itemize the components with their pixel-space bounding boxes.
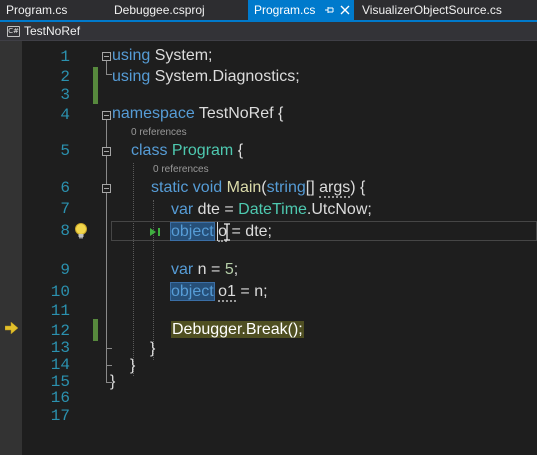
code-line-11: object o1 = n; <box>170 282 268 302</box>
method-name-token: Main <box>226 179 262 196</box>
line-number: 8 <box>60 222 70 240</box>
line-number: 3 <box>60 86 70 104</box>
collapse-toggle[interactable] <box>102 184 111 193</box>
tab-visualizerobjectsource-cs[interactable]: VisualizerObjectSource.cs <box>356 0 537 20</box>
code-text: = dte; <box>227 223 272 240</box>
codelens-references[interactable]: 0 references <box>153 164 209 175</box>
line-number: 6 <box>60 179 70 197</box>
keyword-token: var <box>171 261 194 278</box>
type-token: Debugger <box>172 321 242 338</box>
code-line-15: } <box>130 356 135 376</box>
navigation-bar: C# TestNoRef <box>0 22 537 41</box>
project-dropdown[interactable]: TestNoRef <box>24 22 80 41</box>
code-line-4: namespace TestNoRef { <box>112 104 283 124</box>
indent-guide <box>133 163 134 376</box>
arrow-icon[interactable] <box>5 322 18 334</box>
tab-program-cs-active[interactable]: Program.cs <box>248 0 354 20</box>
keyword-token: var <box>171 201 194 218</box>
code-text: [] <box>305 179 320 196</box>
code-text: ; <box>233 261 239 278</box>
close-icon[interactable] <box>339 0 351 20</box>
ibeam-icon <box>224 223 230 241</box>
number-token: 5 <box>224 261 234 278</box>
document-tab-strip: Program.cs Debuggee.csproj Program.cs Vi… <box>0 0 537 22</box>
code-line-16: } <box>110 372 115 392</box>
change-bar <box>93 67 98 104</box>
line-number: 5 <box>60 142 70 160</box>
closing-brace: } <box>130 357 136 374</box>
line-number: 10 <box>50 283 70 301</box>
fold-line <box>106 193 107 348</box>
code-line-1: using System; <box>112 46 212 66</box>
run-to-click-icon[interactable] <box>149 227 161 237</box>
keyword-token: using <box>112 47 151 64</box>
line-number: 11 <box>50 302 70 320</box>
line-number: 14 <box>50 356 70 374</box>
tab-label: Program.cs <box>254 3 316 17</box>
keyword-token: namespace <box>112 105 195 122</box>
parameter-token: args <box>319 179 351 198</box>
code-text: (); <box>287 321 303 338</box>
type-token: DateTime <box>238 201 307 218</box>
keyword-token: void <box>192 179 223 196</box>
csharp-file-icon: C# <box>7 26 20 37</box>
line-number: 17 <box>50 407 70 425</box>
tab-debuggee-csproj[interactable]: Debuggee.csproj <box>108 0 218 20</box>
fold-line-end <box>106 365 112 366</box>
method-name-token: Break <box>245 321 288 338</box>
code-text: dte = <box>193 201 239 218</box>
line-number: 9 <box>60 261 70 279</box>
collapse-toggle[interactable] <box>102 52 111 61</box>
codelens-references[interactable]: 0 references <box>131 127 187 138</box>
text-caret <box>217 222 218 241</box>
closing-brace: } <box>150 340 156 357</box>
indicator-margin[interactable] <box>0 41 22 455</box>
class-name-token: Program <box>171 142 234 159</box>
line-number: 7 <box>60 200 70 218</box>
keyword-token: static <box>151 179 189 196</box>
code-line-5: class Program { <box>131 141 243 161</box>
code-line-10: var n = 5; <box>171 260 238 280</box>
code-editor[interactable]: 1 2 3 4 5 6 7 8 9 10 11 12 13 14 15 16 1… <box>22 41 537 455</box>
collapse-toggle[interactable] <box>102 147 111 156</box>
pin-icon[interactable] <box>323 0 335 20</box>
line-number: 2 <box>60 68 70 86</box>
highlighted-reference-token: object <box>170 282 215 301</box>
code-line-7: var dte = DateTime.UtcNow; <box>171 200 372 220</box>
current-statement-highlight: Debugger.Break(); <box>171 321 304 338</box>
code-text: { <box>233 142 244 159</box>
code-line-6: static void Main(string[] args) { <box>151 178 365 198</box>
keyword-token: using <box>112 68 151 85</box>
collapse-toggle[interactable] <box>102 111 111 120</box>
code-text: ) { <box>350 179 366 196</box>
code-line-13: Debugger.Break(); <box>171 320 304 340</box>
line-number: 1 <box>60 48 70 66</box>
highlighted-reference-token: object <box>170 222 215 241</box>
code-text: .UtcNow; <box>306 201 372 218</box>
keyword-token: string <box>266 179 306 196</box>
line-number: 16 <box>50 389 70 407</box>
code-line-2: using System.Diagnostics; <box>112 67 300 87</box>
fold-line <box>106 61 107 74</box>
variable-token: o1 <box>218 283 236 302</box>
code-line-14: } <box>150 339 155 359</box>
tab-program-cs[interactable]: Program.cs <box>0 0 84 20</box>
code-text: System; <box>150 47 213 64</box>
line-number: 4 <box>60 106 70 124</box>
fold-line-end <box>106 348 112 349</box>
lightbulb-icon[interactable] <box>73 222 89 240</box>
code-text: = n; <box>235 283 268 300</box>
code-text: System.Diagnostics; <box>150 68 300 85</box>
code-text: n = <box>193 261 225 278</box>
closing-brace: } <box>110 373 116 390</box>
change-bar <box>93 319 98 341</box>
line-number: 12 <box>50 322 70 340</box>
keyword-token: class <box>131 142 168 159</box>
code-text: TestNoRef { <box>194 105 284 122</box>
line-number: 13 <box>50 339 70 357</box>
